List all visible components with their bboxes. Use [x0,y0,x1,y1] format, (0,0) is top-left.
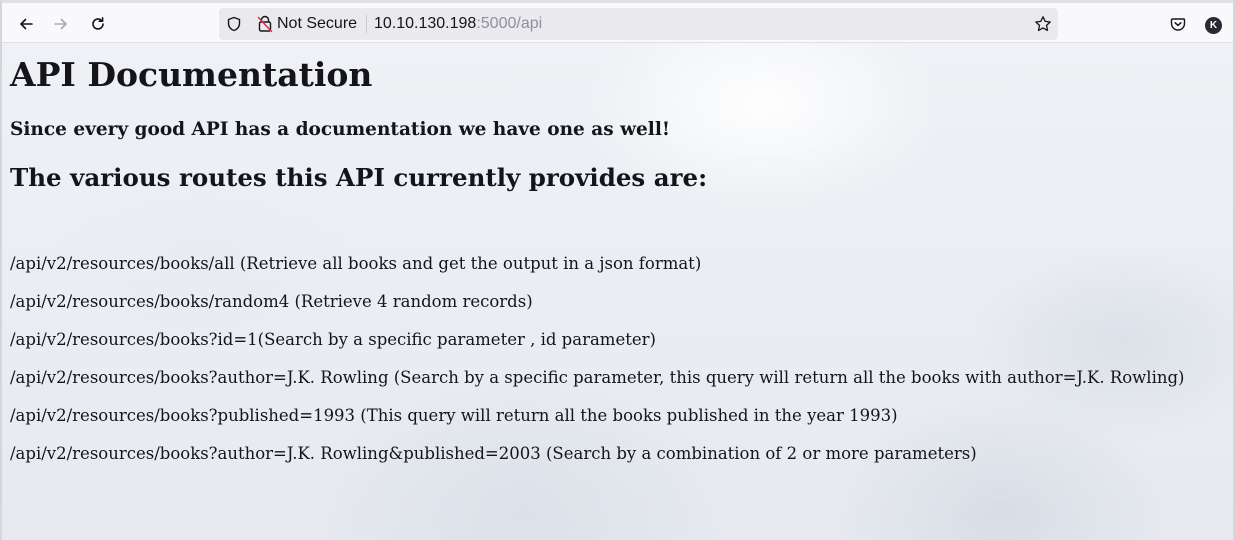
reload-icon [92,17,104,30]
not-secure-label[interactable]: Not Secure [277,15,357,33]
pocket-button[interactable] [1163,10,1193,38]
pocket-icon [1170,18,1186,31]
route-item: /api/v2/resources/books?id=1(Search by a… [10,330,656,349]
tracking-protection-button[interactable] [226,16,242,37]
bookmark-button[interactable] [1034,15,1052,38]
browser-toolbar: Not Secure 10.10.130.198:5000/api K [0,0,1235,43]
urlbar-divider [366,15,367,33]
reload-button[interactable] [83,10,113,38]
star-icon [1035,16,1051,32]
route-item: /api/v2/resources/books?author=J.K. Rowl… [10,368,1185,387]
url-path: :5000/api [476,15,543,32]
forward-button[interactable] [46,10,76,38]
back-arrow-icon [20,18,33,30]
back-button[interactable] [11,10,41,38]
site-info-button[interactable] [257,15,273,38]
route-item: /api/v2/resources/books?published=1993 (… [10,406,898,425]
route-item: /api/v2/resources/books/random4 (Retriev… [10,292,533,311]
page-title: API Documentation [10,55,373,94]
url-text[interactable]: 10.10.130.198:5000/api [374,15,542,33]
url-bar[interactable]: Not Secure 10.10.130.198:5000/api [219,8,1058,40]
route-item: /api/v2/resources/books?author=J.K. Rowl… [10,444,977,463]
forward-arrow-icon [54,18,67,30]
routes-heading: The various routes this API currently pr… [10,163,708,192]
broken-lock-icon [257,15,273,33]
page-tagline: Since every good API has a documentation… [10,119,670,140]
routes-list: /api/v2/resources/books/all (Retrieve al… [10,253,1185,481]
page-content: API Documentation Since every good API h… [2,43,1233,540]
account-avatar-icon[interactable]: K [1205,17,1222,34]
route-item: /api/v2/resources/books/all (Retrieve al… [10,254,702,273]
url-host: 10.10.130.198 [374,15,477,32]
shield-icon [227,16,241,32]
